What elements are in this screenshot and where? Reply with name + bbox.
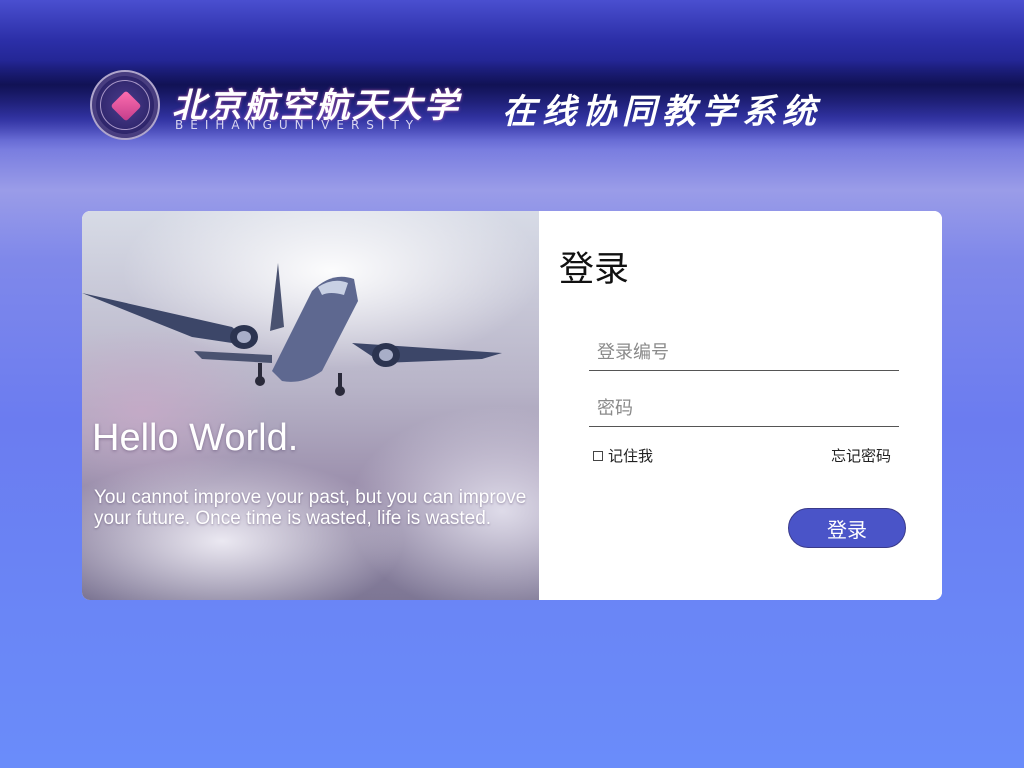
login-card: Hello World. You cannot improve your pas… (82, 211, 942, 600)
hero-quote: You cannot improve your past, but you ca… (94, 487, 527, 529)
hero-image: Hello World. You cannot improve your pas… (82, 211, 539, 600)
seal-inner-ring (100, 80, 150, 130)
password-input[interactable] (589, 391, 899, 427)
system-title: 在线协同教学系统 (502, 92, 822, 132)
forgot-password-link[interactable]: 忘记密码 (831, 445, 891, 466)
university-name-en: BEIHANGUNIVERSITY (175, 118, 421, 132)
hero-title: Hello World. (92, 417, 299, 459)
remember-me-checkbox[interactable]: 记住我 (593, 445, 653, 466)
airplane-illustration (82, 263, 502, 396)
login-form: 登录 记住我 忘记密码 登录 (539, 211, 942, 600)
login-title: 登录 (559, 250, 630, 290)
checkbox-icon[interactable] (593, 450, 603, 461)
login-button[interactable]: 登录 (788, 508, 906, 548)
remember-me-label: 记住我 (608, 447, 654, 465)
university-seal-icon (90, 70, 160, 140)
seal-glyph (110, 90, 142, 122)
login-id-input[interactable] (589, 335, 899, 371)
